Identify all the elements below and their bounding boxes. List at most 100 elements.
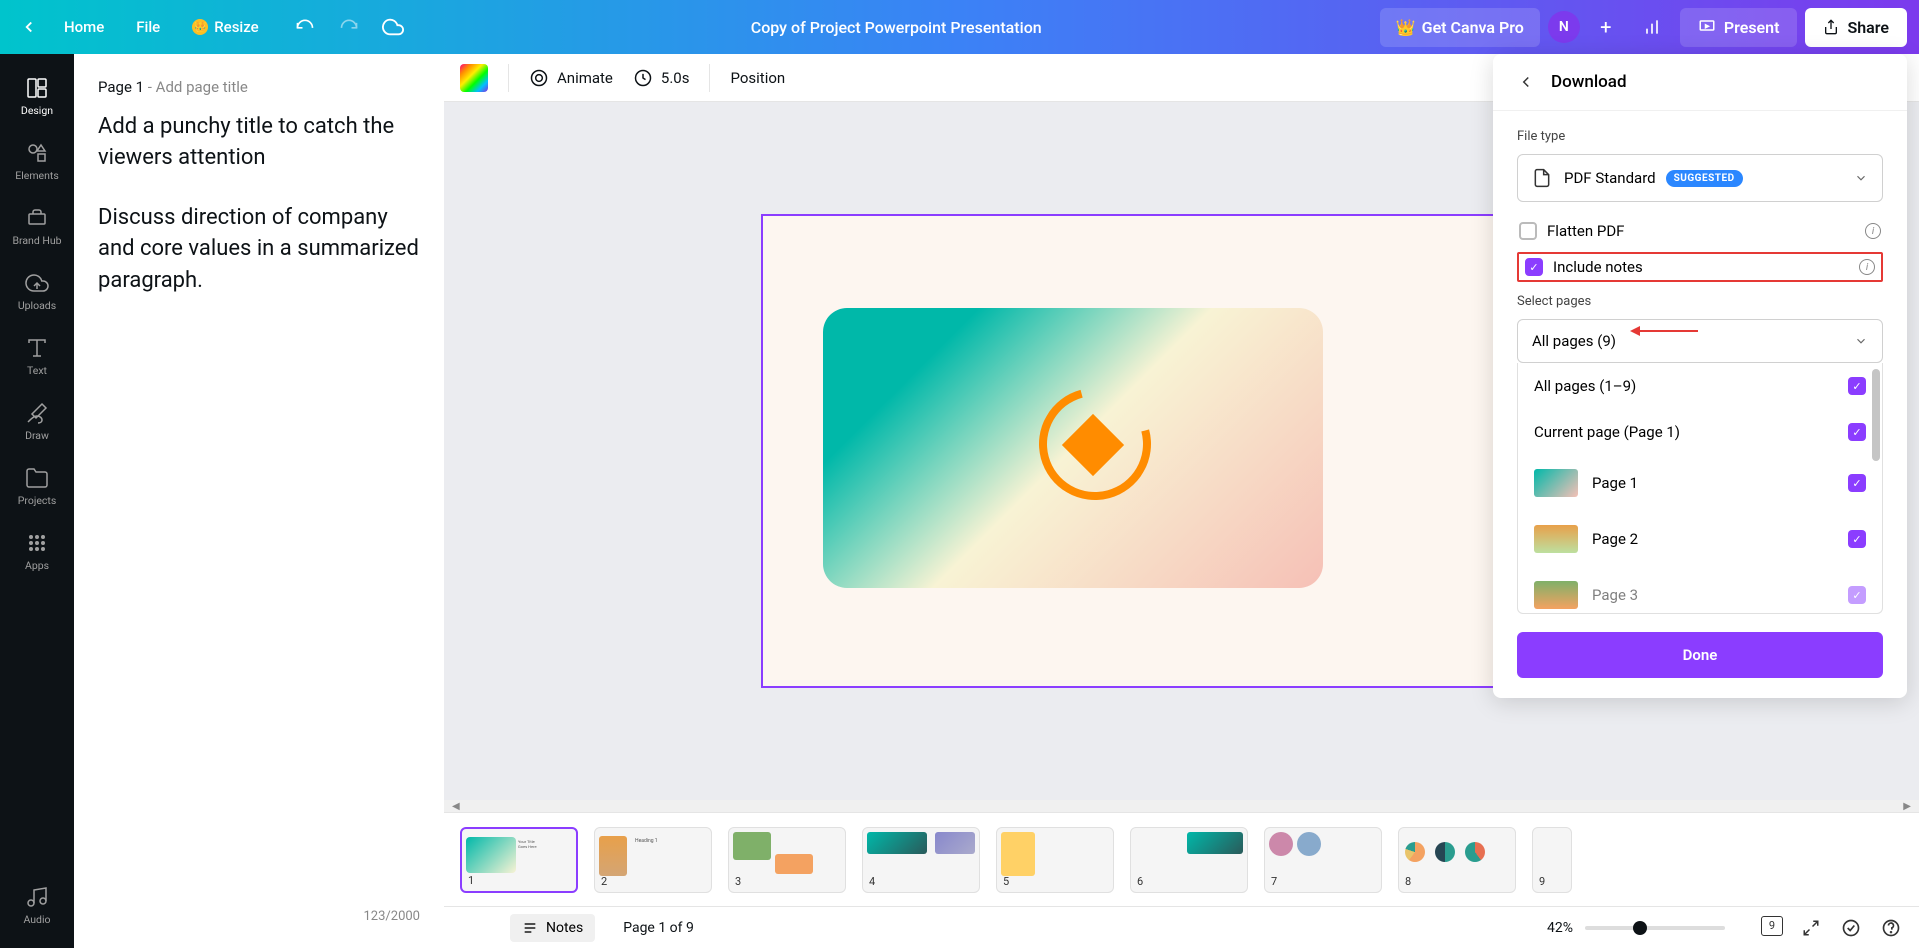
thumb-preview bbox=[1297, 832, 1321, 856]
page-indicator: Page 1 of 9 bbox=[623, 920, 694, 936]
redo-icon bbox=[339, 17, 359, 37]
slide-image[interactable] bbox=[823, 308, 1323, 588]
cloud-icon bbox=[382, 16, 404, 38]
include-notes-option[interactable]: ✓ Include notes i bbox=[1517, 252, 1883, 282]
add-collaborator-button[interactable]: + bbox=[1588, 9, 1624, 45]
bottom-bar: Notes Page 1 of 9 42% 9 bbox=[444, 906, 1919, 948]
page-option-3[interactable]: Page 3 ✓ bbox=[1518, 567, 1882, 613]
thumbnail-4[interactable]: 4 bbox=[862, 827, 980, 893]
present-button[interactable]: Present bbox=[1680, 8, 1798, 47]
thumbnail-3[interactable]: 3 bbox=[728, 827, 846, 893]
slide[interactable]: Your Goes Presentations can be used as s… bbox=[761, 214, 1603, 688]
sidebar-item-text[interactable]: Text bbox=[0, 326, 74, 387]
option-thumb bbox=[1534, 581, 1578, 609]
page-option-2[interactable]: Page 2 ✓ bbox=[1518, 511, 1882, 567]
get-pro-button[interactable]: 👑 Get Canva Pro bbox=[1380, 8, 1540, 47]
include-notes-checkbox[interactable]: ✓ bbox=[1525, 258, 1543, 276]
page-label[interactable]: Page 1 - Add page title bbox=[98, 78, 420, 96]
zoom-percent[interactable]: 42% bbox=[1547, 920, 1573, 936]
done-button[interactable]: Done bbox=[1517, 632, 1883, 678]
flatten-pdf-option[interactable]: Flatten PDF i bbox=[1517, 216, 1883, 246]
fullscreen-button[interactable] bbox=[1799, 916, 1823, 940]
horizontal-scrollbar[interactable]: ◀ ▶ bbox=[444, 800, 1919, 812]
file-button[interactable]: File bbox=[122, 8, 174, 46]
thumbnail-1[interactable]: Your TitleGoes Here 1 bbox=[460, 827, 578, 893]
thumbnail-6[interactable]: 6 bbox=[1130, 827, 1248, 893]
sidebar-item-draw[interactable]: Draw bbox=[0, 391, 74, 452]
expand-icon bbox=[1802, 919, 1820, 937]
page-number: Page 1 bbox=[98, 78, 144, 96]
flatten-checkbox[interactable] bbox=[1519, 222, 1537, 240]
sidebar-item-elements[interactable]: Elements bbox=[0, 131, 74, 192]
resize-button[interactable]: 👑 Resize bbox=[178, 8, 272, 46]
thumbnail-9[interactable]: 9 bbox=[1532, 827, 1572, 893]
separator bbox=[508, 64, 509, 92]
get-pro-label: Get Canva Pro bbox=[1422, 18, 1524, 37]
undo-button[interactable] bbox=[285, 7, 325, 47]
page-option-1[interactable]: Page 1 ✓ bbox=[1518, 455, 1882, 511]
share-label: Share bbox=[1847, 18, 1889, 37]
share-button[interactable]: Share bbox=[1805, 8, 1907, 47]
option-check: ✓ bbox=[1848, 423, 1866, 441]
page-option-current[interactable]: Current page (Page 1) ✓ bbox=[1518, 409, 1882, 455]
zoom-slider[interactable] bbox=[1585, 926, 1725, 930]
thumb-pie bbox=[1405, 842, 1425, 862]
help-button[interactable] bbox=[1879, 916, 1903, 940]
duration-button[interactable]: 5.0s bbox=[633, 68, 690, 88]
color-picker-button[interactable] bbox=[460, 64, 488, 92]
thumb-text: Your TitleGoes Here bbox=[518, 839, 572, 849]
thumbnail-7[interactable]: 7 bbox=[1264, 827, 1382, 893]
thumb-preview bbox=[733, 832, 771, 860]
sidebar-item-uploads[interactable]: Uploads bbox=[0, 261, 74, 322]
pages-select[interactable]: All pages (9) bbox=[1517, 319, 1883, 363]
sidebar-item-apps[interactable]: Apps bbox=[0, 521, 74, 582]
chevron-down-icon bbox=[1854, 171, 1868, 185]
sidebar-label: Draw bbox=[25, 429, 49, 442]
sidebar-item-brandhub[interactable]: Brand Hub bbox=[0, 196, 74, 257]
thumb-pie bbox=[1435, 842, 1455, 862]
cloud-sync-button[interactable] bbox=[373, 7, 413, 47]
filetype-select[interactable]: PDF Standard SUGGESTED bbox=[1517, 154, 1883, 202]
option-label: Page 1 bbox=[1592, 474, 1834, 492]
page-option-all[interactable]: All pages (1–9) ✓ bbox=[1518, 363, 1882, 409]
scroll-left-icon[interactable]: ◀ bbox=[452, 801, 460, 812]
thumbnails-row: Your TitleGoes Here 1 Heading 1 2 3 4 5 bbox=[444, 812, 1919, 906]
position-button[interactable]: Position bbox=[730, 69, 785, 87]
bottom-icons: 9 bbox=[1761, 916, 1903, 940]
option-thumb bbox=[1534, 469, 1578, 497]
thumbnail-2[interactable]: Heading 1 2 bbox=[594, 827, 712, 893]
scroll-right-icon[interactable]: ▶ bbox=[1903, 801, 1911, 812]
notes-toggle-button[interactable]: Notes bbox=[510, 914, 595, 942]
check-button[interactable] bbox=[1839, 916, 1863, 940]
thumb-number: 6 bbox=[1137, 875, 1143, 888]
collapse-thumbnails-button[interactable] bbox=[1164, 812, 1200, 813]
chevron-left-icon bbox=[20, 18, 38, 36]
grid-view-button[interactable]: 9 bbox=[1761, 916, 1783, 936]
document-title[interactable]: Copy of Project Powerpoint Presentation bbox=[413, 18, 1380, 37]
thumbnail-5[interactable]: 5 bbox=[996, 827, 1114, 893]
download-header: Download bbox=[1493, 54, 1907, 111]
download-back-button[interactable] bbox=[1517, 73, 1535, 91]
insights-button[interactable] bbox=[1632, 7, 1672, 47]
info-icon[interactable]: i bbox=[1859, 259, 1875, 275]
animate-button[interactable]: Animate bbox=[529, 68, 613, 88]
sidebar-item-audio[interactable]: Audio bbox=[0, 875, 74, 936]
option-label: Current page (Page 1) bbox=[1534, 423, 1834, 441]
thumbnail-8[interactable]: 8 bbox=[1398, 827, 1516, 893]
help-icon bbox=[1881, 918, 1901, 938]
resize-label: Resize bbox=[214, 18, 258, 36]
notes-heading[interactable]: Add a punchy title to catch the viewers … bbox=[98, 112, 420, 174]
dropdown-scrollbar[interactable] bbox=[1872, 369, 1880, 461]
redo-button[interactable] bbox=[329, 7, 369, 47]
undo-icon bbox=[295, 17, 315, 37]
info-icon[interactable]: i bbox=[1865, 223, 1881, 239]
home-button[interactable]: Home bbox=[50, 8, 118, 46]
sidebar-label: Projects bbox=[18, 494, 57, 507]
zoom-slider-thumb[interactable] bbox=[1633, 921, 1647, 935]
user-avatar[interactable]: N bbox=[1548, 11, 1580, 43]
notes-body[interactable]: Discuss direction of company and core va… bbox=[98, 202, 420, 298]
sidebar-item-design[interactable]: Design bbox=[0, 66, 74, 127]
sidebar-item-projects[interactable]: Projects bbox=[0, 456, 74, 517]
projects-icon bbox=[25, 466, 49, 490]
back-button[interactable] bbox=[12, 10, 46, 44]
